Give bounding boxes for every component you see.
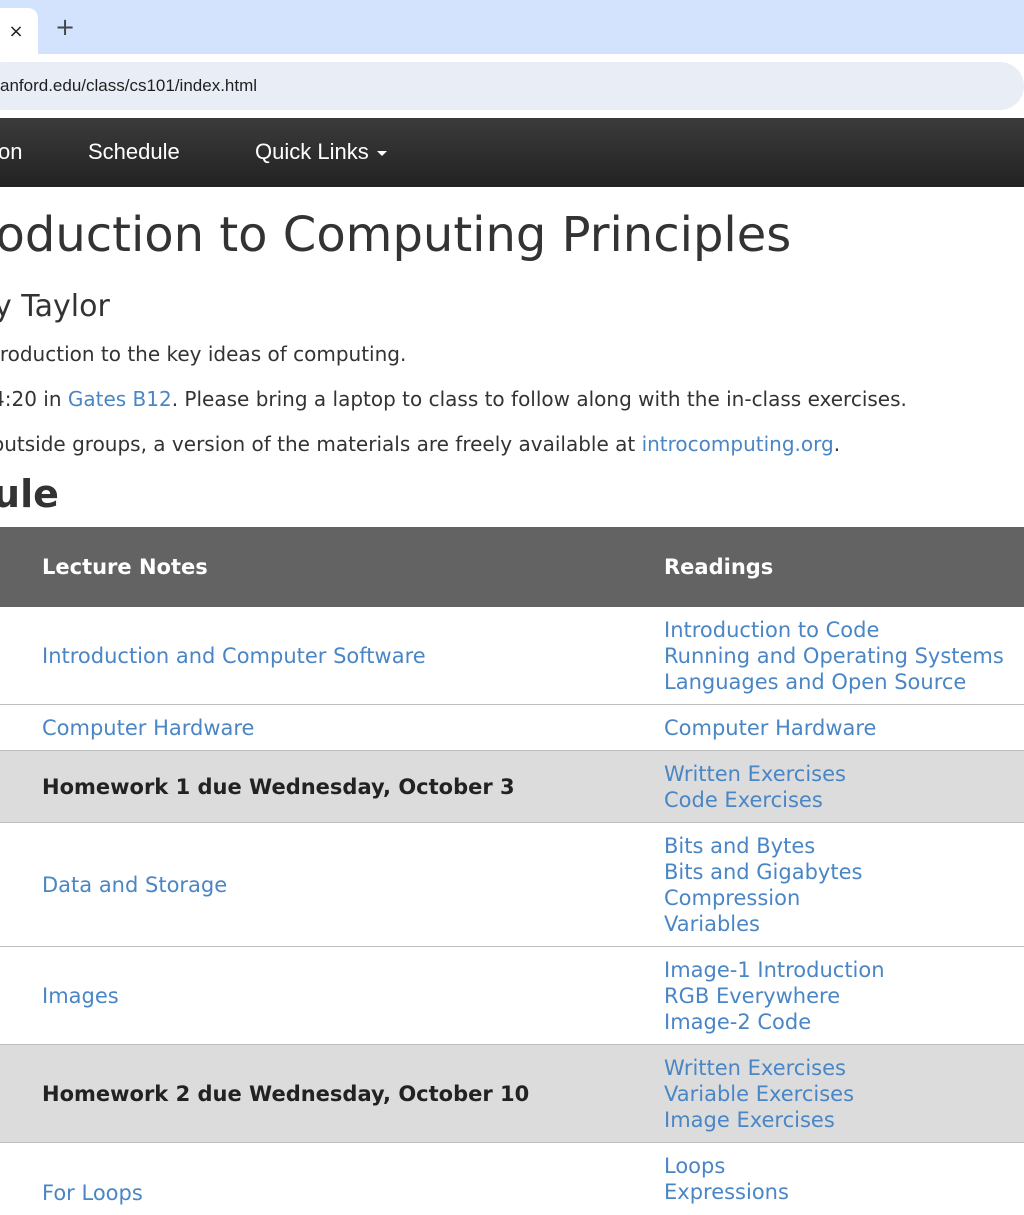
- readings-cell: Written Exercises Code Exercises: [664, 751, 846, 822]
- homework-label: Homework 2 due Wednesday, October 10: [42, 1081, 530, 1106]
- page-title: troduction to Computing Principles: [0, 207, 792, 263]
- table-row: Introduction and Computer Software Intro…: [0, 607, 1024, 705]
- introcomputing-link[interactable]: introcomputing.org: [642, 432, 834, 456]
- reading-link[interactable]: Computer Hardware: [664, 715, 876, 741]
- table-row: For Loops Loops Expressions: [0, 1143, 1024, 1215]
- reading-link[interactable]: Languages and Open Source: [664, 669, 1004, 695]
- browser-toolbar: anford.edu/class/cs101/index.html: [0, 54, 1024, 118]
- table-row: Computer Hardware Computer Hardware: [0, 705, 1024, 751]
- table-header-row: Lecture Notes Readings: [0, 527, 1024, 607]
- reading-link[interactable]: Loops: [664, 1153, 789, 1179]
- intro-line-1: troduction to the key ideas of computing…: [0, 342, 407, 366]
- intro-line-2-suffix: . Please bring a laptop to class to foll…: [171, 387, 907, 411]
- reading-link[interactable]: Compression: [664, 885, 862, 911]
- reading-link[interactable]: Introduction to Code: [664, 617, 1004, 643]
- lecture-link[interactable]: Introduction and Computer Software: [42, 607, 426, 704]
- reading-link[interactable]: Running and Operating Systems: [664, 643, 1004, 669]
- intro-line-3-suffix: .: [833, 432, 841, 456]
- reading-link[interactable]: Bits and Bytes: [664, 833, 862, 859]
- active-tab[interactable]: ×: [0, 8, 38, 54]
- readings-cell: Introduction to Code Running and Operati…: [664, 607, 1004, 704]
- table-row-homework: Homework 1 due Wednesday, October 3 Writ…: [0, 751, 1024, 823]
- reading-link[interactable]: Image-1 Introduction: [664, 957, 885, 983]
- site-navbar: on Schedule Quick Links: [0, 118, 1024, 187]
- header-readings: Readings: [664, 555, 774, 579]
- plus-icon[interactable]: +: [54, 14, 76, 40]
- schedule-table: Lecture Notes Readings Introduction and …: [0, 527, 1024, 1215]
- reading-link[interactable]: Variables: [664, 911, 862, 937]
- reading-link[interactable]: Variable Exercises: [664, 1081, 854, 1107]
- reading-link[interactable]: Written Exercises: [664, 1055, 854, 1081]
- reading-link[interactable]: Expressions: [664, 1179, 789, 1205]
- caret-down-icon: [376, 150, 387, 156]
- reading-link[interactable]: Image-2 Code: [664, 1009, 885, 1035]
- readings-cell: Written Exercises Variable Exercises Ima…: [664, 1045, 854, 1142]
- table-row-homework: Homework 2 due Wednesday, October 10 Wri…: [0, 1045, 1024, 1143]
- header-lecture-notes: Lecture Notes: [42, 555, 208, 579]
- reading-link[interactable]: Written Exercises: [664, 761, 846, 787]
- intro-line-3-prefix: outside groups, a version of the materia…: [0, 432, 642, 456]
- close-icon[interactable]: ×: [6, 21, 26, 43]
- reading-link[interactable]: Code Exercises: [664, 787, 846, 813]
- gates-b12-link[interactable]: Gates B12: [68, 387, 172, 411]
- lecture-link[interactable]: For Loops: [42, 1143, 143, 1215]
- lecture-link[interactable]: Data and Storage: [42, 823, 227, 946]
- nav-item-schedule[interactable]: Schedule: [88, 139, 180, 165]
- address-bar[interactable]: anford.edu/class/cs101/index.html: [0, 62, 1024, 110]
- readings-cell: Computer Hardware: [664, 705, 876, 750]
- table-row: Images Image-1 Introduction RGB Everywhe…: [0, 947, 1024, 1045]
- readings-cell: Image-1 Introduction RGB Everywhere Imag…: [664, 947, 885, 1044]
- lecture-link[interactable]: Images: [42, 947, 119, 1044]
- reading-link[interactable]: Image Exercises: [664, 1107, 854, 1133]
- url-text[interactable]: anford.edu/class/cs101/index.html: [0, 76, 257, 96]
- readings-cell: Bits and Bytes Bits and Gigabytes Compre…: [664, 823, 862, 946]
- instructor-name: y Taylor: [0, 289, 110, 324]
- reading-link[interactable]: Bits and Gigabytes: [664, 859, 862, 885]
- reading-link[interactable]: RGB Everywhere: [664, 983, 885, 1009]
- nav-item-partial[interactable]: on: [0, 139, 22, 165]
- nav-item-quick-links[interactable]: Quick Links: [255, 139, 387, 165]
- intro-line-2: 4:20 in Gates B12. Please bring a laptop…: [0, 386, 907, 412]
- browser-tabstrip: × +: [0, 0, 1024, 54]
- quick-links-label: Quick Links: [255, 139, 369, 164]
- readings-cell: Loops Expressions: [664, 1143, 789, 1215]
- table-row: Data and Storage Bits and Bytes Bits and…: [0, 823, 1024, 947]
- intro-line-3: outside groups, a version of the materia…: [0, 431, 840, 457]
- schedule-heading: lule: [0, 472, 59, 516]
- homework-label: Homework 1 due Wednesday, October 3: [42, 774, 515, 799]
- lecture-link[interactable]: Computer Hardware: [42, 705, 254, 750]
- intro-line-2-prefix: 4:20 in: [0, 387, 62, 411]
